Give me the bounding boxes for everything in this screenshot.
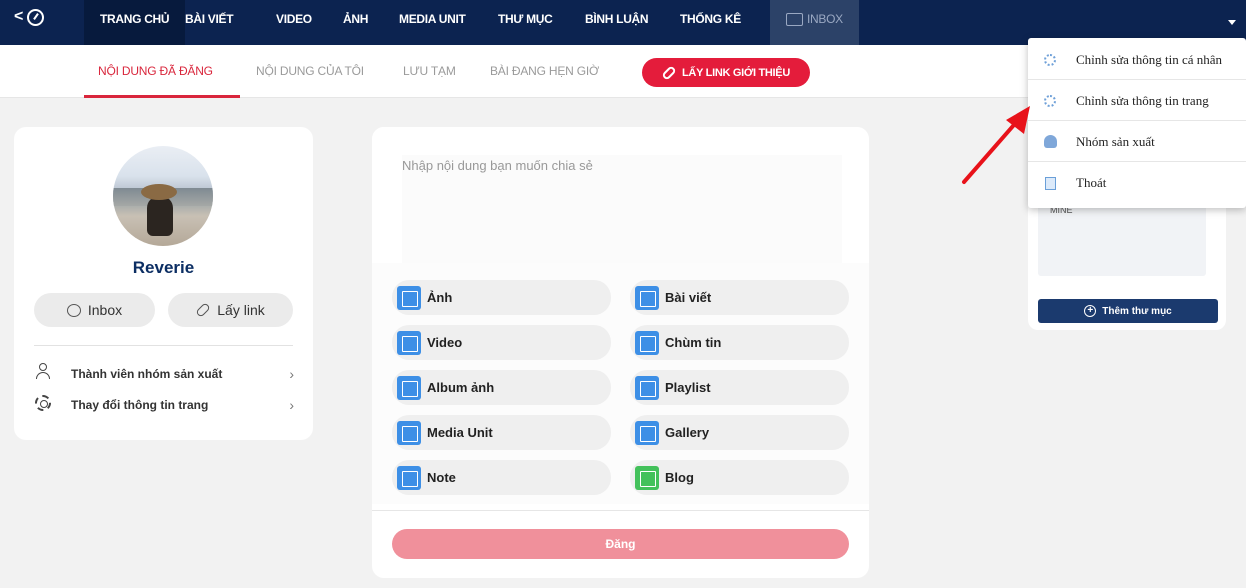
user-icon <box>36 363 50 379</box>
tab-drafts[interactable]: LƯU TẠM <box>403 64 456 78</box>
nav-item-video[interactable]: VIDEO <box>276 0 312 45</box>
exit-icon <box>1045 176 1056 190</box>
gear-icon <box>35 395 51 411</box>
get-referral-link-label: LẤY LINK GIỚI THIỆU <box>682 66 790 79</box>
note-icon <box>397 465 421 490</box>
get-link-button[interactable]: Lấy link <box>168 293 293 327</box>
gallery-icon <box>635 420 659 445</box>
option-news-cluster-label: Chùm tin <box>665 335 722 350</box>
inbox-button-label: Inbox <box>87 302 123 318</box>
tab-my-content[interactable]: NỘI DUNG CỦA TÔI <box>256 64 364 78</box>
album-icon <box>397 375 421 400</box>
option-photo-label: Ảnh <box>427 290 453 305</box>
nav-item-articles[interactable]: BÀI VIẾT <box>185 0 234 45</box>
option-article-label: Bài viết <box>665 290 712 305</box>
avatar <box>113 146 213 246</box>
divider <box>34 345 293 346</box>
menu-edit-page-info[interactable]: Chỉnh sửa thông tin trang <box>1028 81 1246 121</box>
chevron-right-icon: › <box>289 366 294 382</box>
menu-edit-personal-info-label: Chỉnh sửa thông tin cá nhân <box>1076 51 1223 67</box>
compose-placeholder: Nhập nội dung bạn muốn chia sẻ <box>402 158 593 173</box>
nav-item-media-unit[interactable]: MEDIA UNIT <box>399 0 466 45</box>
option-playlist-label: Playlist <box>665 380 711 395</box>
profile-card: Reverie Inbox Lấy link Thành viên nhóm s… <box>14 127 313 440</box>
menu-change-page-info-label: Thay đổi thông tin trang <box>71 398 209 412</box>
option-media-unit-label: Media Unit <box>427 425 493 440</box>
option-article[interactable]: Bài viết <box>630 280 849 315</box>
inbox-icon <box>786 13 803 26</box>
back-button[interactable]: < <box>14 8 45 26</box>
chat-bubble-icon <box>66 303 81 317</box>
playlist-icon <box>635 375 659 400</box>
get-referral-link-button[interactable]: LẤY LINK GIỚI THIỆU <box>642 58 810 87</box>
group-icon <box>1044 135 1057 148</box>
account-menu-caret-icon[interactable] <box>1228 20 1236 25</box>
nav-item-inbox[interactable]: INBOX <box>770 0 859 45</box>
active-tab-indicator <box>84 95 240 98</box>
link-icon <box>195 302 212 318</box>
option-photo[interactable]: Ảnh <box>392 280 611 315</box>
menu-production-team-members[interactable]: Thành viên nhóm sản xuất › <box>34 363 294 385</box>
menu-change-page-info[interactable]: Thay đổi thông tin trang › <box>34 394 294 416</box>
option-news-cluster[interactable]: Chùm tin <box>630 325 849 360</box>
option-gallery[interactable]: Gallery <box>630 415 849 450</box>
menu-edit-personal-info[interactable]: Chỉnh sửa thông tin cá nhân <box>1028 40 1246 80</box>
nav-item-comments[interactable]: BÌNH LUẬN <box>585 0 649 45</box>
post-button[interactable]: Đăng <box>392 529 849 559</box>
nav-item-inbox-label: INBOX <box>807 12 843 26</box>
option-note-label: Note <box>427 470 456 485</box>
gears-icon <box>1044 94 1056 107</box>
add-folder-button[interactable]: + Thêm thư mục <box>1038 299 1218 323</box>
divider <box>372 510 869 511</box>
option-album-label: Album ảnh <box>427 380 495 395</box>
option-note[interactable]: Note <box>392 460 611 495</box>
menu-production-team-members-label: Thành viên nhóm sản xuất <box>71 367 223 381</box>
menu-logout[interactable]: Thoát <box>1028 163 1246 203</box>
image-icon <box>397 285 421 310</box>
menu-production-group-label: Nhóm sản xuất <box>1076 133 1155 149</box>
nav-item-home[interactable]: TRANG CHỦ <box>84 0 186 45</box>
chevron-left-icon: < <box>14 8 24 25</box>
article-icon <box>635 285 659 310</box>
dashboard-gauge-icon <box>27 8 45 26</box>
tab-scheduled-posts[interactable]: BÀI ĐANG HẸN GIỜ <box>490 64 599 78</box>
option-playlist[interactable]: Playlist <box>630 370 849 405</box>
menu-logout-label: Thoát <box>1076 175 1107 190</box>
nav-item-statistics[interactable]: THỐNG KÊ <box>680 0 741 45</box>
link-icon <box>661 64 677 81</box>
plus-circle-icon: + <box>1084 305 1097 317</box>
video-icon <box>397 330 421 355</box>
get-link-button-label: Lấy link <box>217 302 265 318</box>
nav-item-photos[interactable]: ẢNH <box>343 0 368 45</box>
folder-list: MINE <box>1038 200 1206 276</box>
gears-icon <box>1044 53 1056 66</box>
option-video-label: Video <box>427 335 463 350</box>
nav-item-folders[interactable]: THƯ MỤC <box>498 0 553 45</box>
account-dropdown-menu: Chỉnh sửa thông tin cá nhân Chỉnh sửa th… <box>1028 38 1246 208</box>
annotation-arrow <box>962 106 1030 184</box>
add-folder-label: Thêm thư mục <box>1102 305 1172 317</box>
tab-published-content[interactable]: NỘI DUNG ĐÃ ĐĂNG <box>98 64 213 78</box>
news-cluster-icon <box>635 330 659 355</box>
compose-text-area[interactable]: Nhập nội dung bạn muốn chia sẻ <box>372 127 869 263</box>
blog-icon <box>635 465 659 490</box>
option-album[interactable]: Album ảnh <box>392 370 611 405</box>
option-blog[interactable]: Blog <box>630 460 849 495</box>
option-video[interactable]: Video <box>392 325 611 360</box>
option-gallery-label: Gallery <box>665 425 710 440</box>
menu-production-group[interactable]: Nhóm sản xuất <box>1028 122 1246 162</box>
chevron-right-icon: › <box>289 397 294 413</box>
menu-edit-page-info-label: Chỉnh sửa thông tin trang <box>1076 92 1209 108</box>
inbox-button[interactable]: Inbox <box>34 293 155 327</box>
profile-name: Reverie <box>132 258 195 277</box>
post-composer: Nhập nội dung bạn muốn chia sẻ Ảnh Bài v… <box>372 127 869 578</box>
post-type-options: Ảnh Bài viết Video Chùm tin Album ảnh Pl… <box>372 263 869 504</box>
media-unit-icon <box>397 420 421 445</box>
option-media-unit[interactable]: Media Unit <box>392 415 611 450</box>
option-blog-label: Blog <box>665 470 694 485</box>
